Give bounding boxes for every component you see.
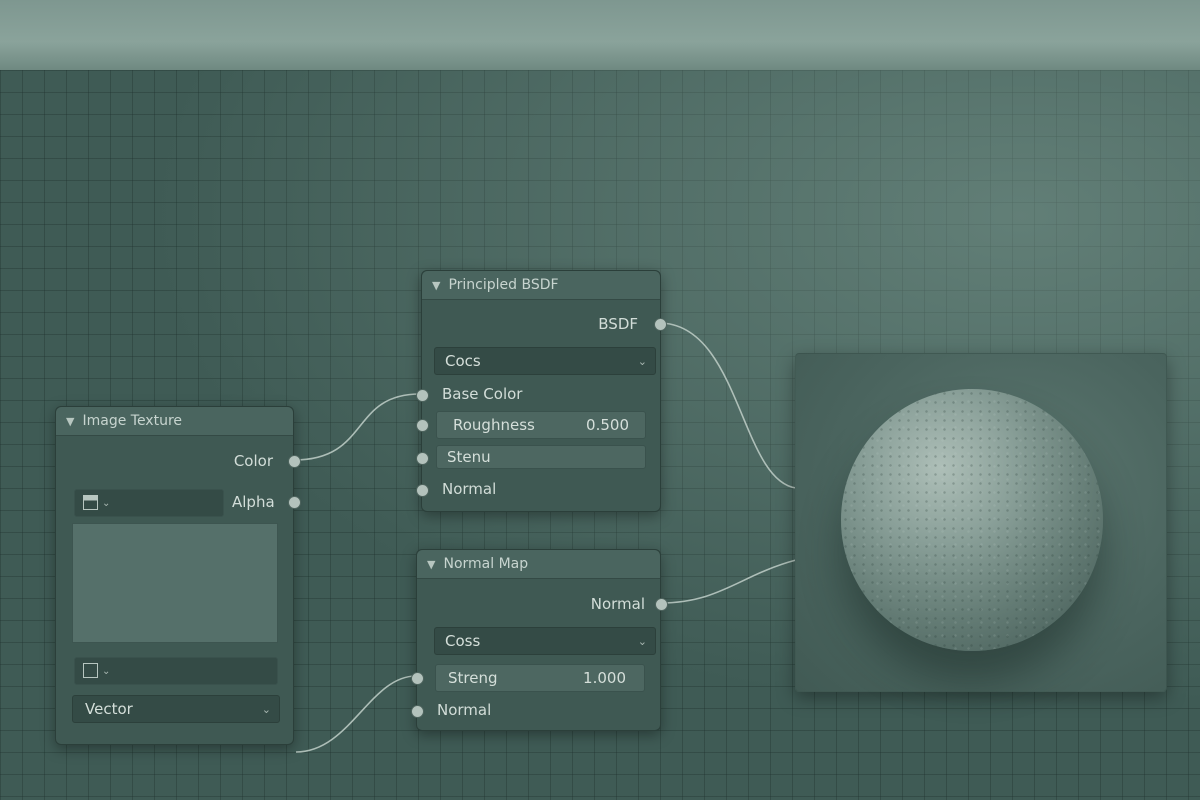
- image-texture-node[interactable]: ▼ Image Texture Color ⌄ Alpha ⌄ Vector ⌄: [55, 406, 301, 745]
- field-label: Roughness: [453, 416, 535, 434]
- vector-dropdown[interactable]: Vector ⌄: [72, 695, 280, 723]
- socket-dot-icon[interactable]: [416, 419, 429, 432]
- output-label-color: Color: [233, 452, 273, 470]
- dropdown-value: Coss: [445, 632, 481, 650]
- top-bar: [0, 0, 1200, 71]
- chevron-down-icon: ⌄: [261, 702, 271, 716]
- chevron-down-icon: ⌄: [637, 354, 647, 368]
- output-label-normal: Normal: [590, 595, 645, 613]
- image-preview: [72, 523, 278, 643]
- node-title: Image Texture: [82, 413, 183, 429]
- preview-sphere: [841, 389, 1103, 651]
- node-title: Normal Map: [443, 556, 529, 572]
- stenu-field[interactable]: Stenu: [436, 445, 646, 469]
- field-label: Streng: [448, 669, 498, 687]
- socket-dot-icon[interactable]: [416, 484, 429, 497]
- output-label-bsdf: BSDF: [598, 315, 638, 333]
- input-label-base-color: Base Color: [442, 385, 523, 403]
- material-preview: [795, 353, 1167, 692]
- dropdown-value: Vector: [85, 700, 133, 718]
- node-header[interactable]: ▼ Principled BSDF: [422, 271, 660, 300]
- output-label-alpha: Alpha: [232, 493, 275, 511]
- socket-dot-icon[interactable]: [654, 318, 667, 331]
- square-icon: [83, 663, 98, 678]
- chevron-down-icon[interactable]: ▼: [427, 558, 435, 571]
- node-header[interactable]: ▼ Image Texture: [56, 407, 293, 436]
- socket-dot-icon[interactable]: [411, 672, 424, 685]
- socket-dot-icon[interactable]: [655, 598, 668, 611]
- space-dropdown[interactable]: Coss ⌄: [434, 627, 656, 655]
- image-icon: [83, 495, 98, 510]
- normal-map-node[interactable]: ▼ Normal Map Normal Coss ⌄ Streng 1.000 …: [411, 549, 668, 731]
- chevron-down-icon[interactable]: ▼: [66, 415, 74, 428]
- field-value: 1.000: [583, 669, 626, 687]
- chevron-down-icon[interactable]: ▼: [432, 279, 440, 292]
- image-selector[interactable]: ⌄: [74, 489, 224, 517]
- node-header[interactable]: ▼ Normal Map: [417, 550, 660, 579]
- socket-dot-icon[interactable]: [288, 455, 301, 468]
- field-value: 0.500: [586, 416, 629, 434]
- input-label-normal: Normal: [437, 701, 492, 719]
- socket-dot-icon[interactable]: [411, 705, 424, 718]
- field-label: Stenu: [447, 448, 491, 466]
- input-label-normal: Normal: [442, 480, 497, 498]
- socket-dot-icon[interactable]: [416, 452, 429, 465]
- strength-field[interactable]: Streng 1.000: [435, 664, 645, 692]
- socket-dot-icon[interactable]: [416, 389, 429, 402]
- dropdown-value: Cocs: [445, 352, 481, 370]
- node-title: Principled BSDF: [448, 277, 559, 293]
- chevron-down-icon: ⌄: [102, 665, 111, 677]
- colorspace-selector[interactable]: ⌄: [74, 657, 278, 685]
- socket-dot-icon[interactable]: [288, 496, 301, 509]
- chevron-down-icon: ⌄: [102, 497, 111, 509]
- roughness-field[interactable]: Roughness 0.500: [436, 411, 646, 439]
- distribution-dropdown[interactable]: Cocs ⌄: [434, 347, 656, 375]
- principled-bsdf-node[interactable]: ▼ Principled BSDF BSDF Cocs ⌄ Base Color…: [416, 270, 667, 512]
- chevron-down-icon: ⌄: [637, 634, 647, 648]
